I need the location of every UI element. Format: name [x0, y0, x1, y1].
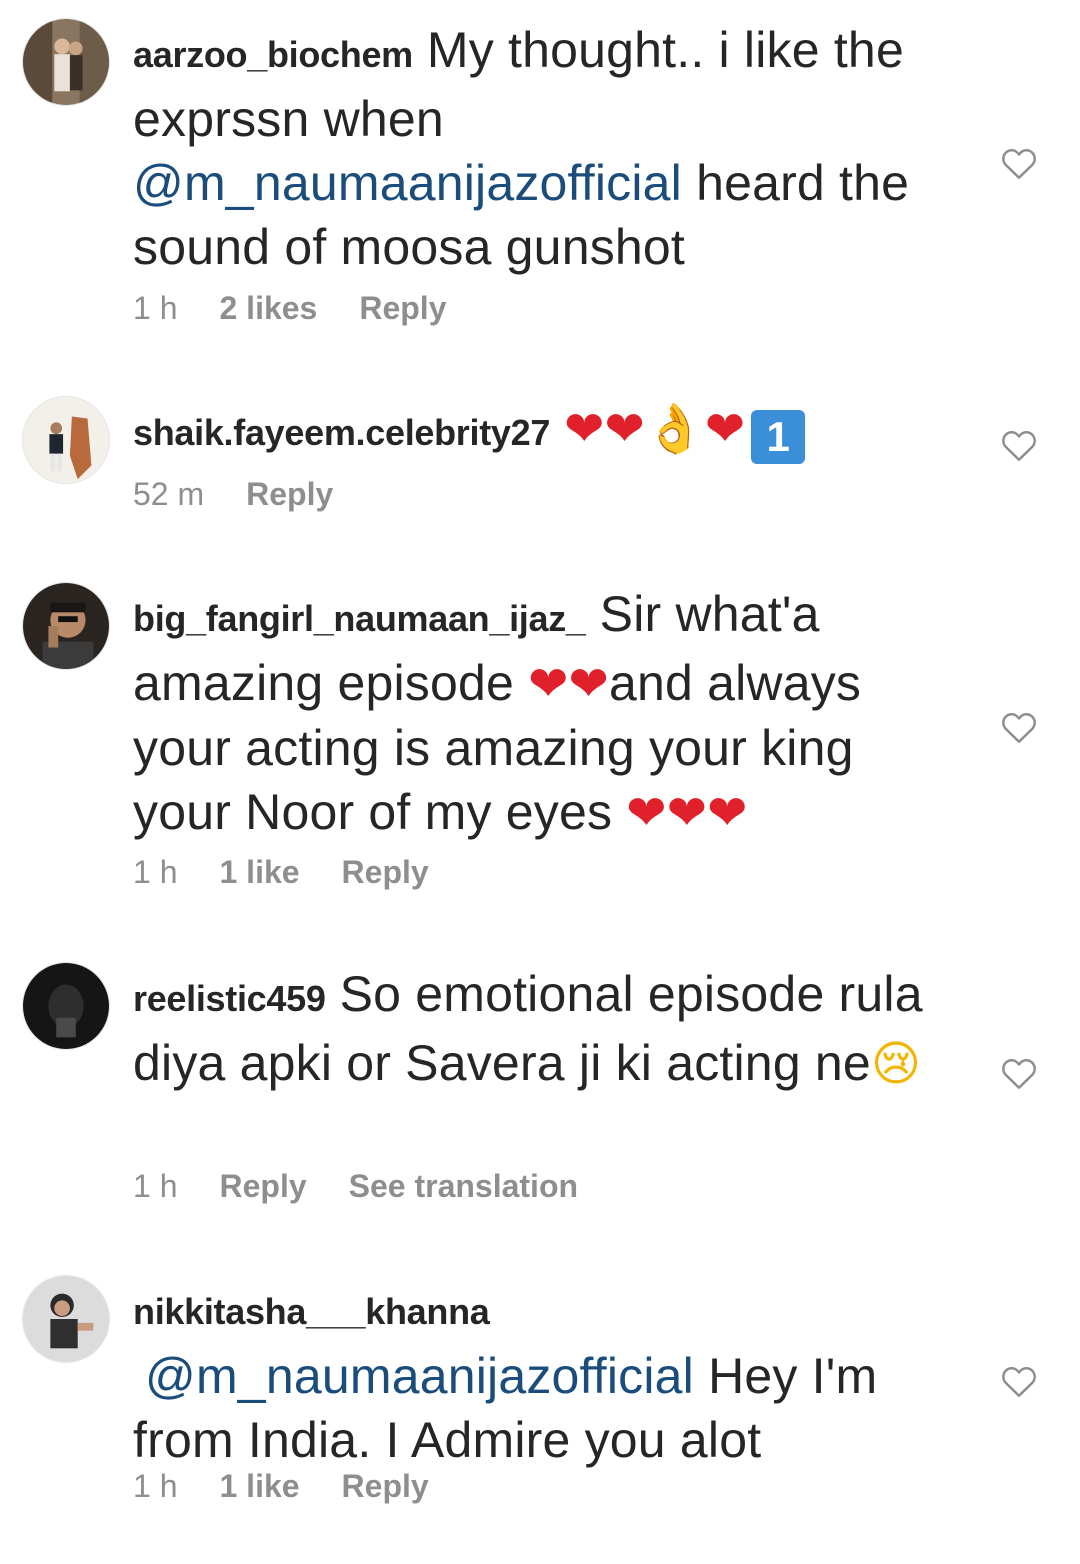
comment-time: 52 m — [133, 476, 205, 512]
heart-emoji: ❤ — [528, 656, 569, 712]
avatar-photo — [23, 1276, 109, 1362]
likes-count[interactable]: 1 like — [219, 854, 299, 890]
comment-username[interactable]: shaik.fayeem.celebrity27 — [133, 412, 550, 453]
comment-time: 1 h — [133, 290, 178, 326]
heart-emoji: ❤ — [626, 785, 667, 841]
heart-outline-icon[interactable] — [1000, 1364, 1038, 1398]
comment-time: 1 h — [133, 1168, 178, 1204]
see-translation-link[interactable]: See translation — [349, 1168, 578, 1204]
heart-emoji: ❤ — [666, 785, 708, 841]
reply-button[interactable]: Reply — [359, 290, 446, 326]
reply-button[interactable]: Reply — [246, 476, 333, 512]
heart-outline-icon[interactable] — [1000, 1056, 1038, 1090]
comment-meta: 1 h 1 like Reply — [133, 854, 471, 891]
comment-meta: 1 h Reply See translation — [133, 1168, 620, 1205]
heart-emoji: ❤ — [707, 785, 748, 841]
comment-meta: 1 h 1 like Reply — [133, 1468, 471, 1505]
heart-outline-icon[interactable] — [1000, 428, 1038, 462]
comment-meta: 52 m Reply — [133, 476, 375, 513]
heart-outline-icon[interactable] — [1000, 710, 1038, 744]
heart-emoji: ❤ — [604, 401, 645, 457]
mention-link[interactable]: @m_naumaanijazofficial — [133, 155, 682, 211]
comment-username[interactable]: reelistic459 — [133, 978, 326, 1019]
reply-button[interactable]: Reply — [342, 1468, 429, 1504]
comment-username[interactable]: nikkitasha___khanna — [133, 1291, 490, 1332]
avatar-photo — [23, 397, 109, 483]
reply-button[interactable]: Reply — [219, 1168, 306, 1204]
comment-meta: 1 h 2 likes Reply — [133, 290, 488, 327]
mention-link[interactable]: @m_naumaanijazofficial — [145, 1348, 694, 1404]
likes-count[interactable]: 1 like — [219, 1468, 299, 1504]
avatar-photo — [23, 963, 109, 1049]
reply-button[interactable]: Reply — [342, 854, 429, 890]
crying-face-emoji: 😢 — [870, 1036, 922, 1092]
avatar-photo — [23, 583, 109, 669]
user-avatar[interactable] — [22, 18, 110, 106]
comment-time: 1 h — [133, 1468, 178, 1504]
comment-username[interactable]: big_fangirl_naumaan_ijaz_ — [133, 598, 586, 639]
user-avatar[interactable] — [22, 582, 110, 670]
user-avatar[interactable] — [22, 1275, 110, 1363]
heart-outline-icon[interactable] — [1000, 146, 1038, 180]
comment-username[interactable]: aarzoo_biochem — [133, 34, 413, 75]
avatar-photo — [23, 19, 109, 105]
user-avatar[interactable] — [22, 962, 110, 1050]
ok-hand-emoji: 👌 — [644, 401, 705, 457]
heart-emoji: ❤ — [568, 656, 609, 712]
user-avatar[interactable] — [22, 396, 110, 484]
heart-emoji: ❤ — [704, 401, 746, 457]
likes-count[interactable]: 2 likes — [219, 290, 317, 326]
keycap-one-emoji: 1 — [751, 410, 806, 464]
comment-time: 1 h — [133, 854, 178, 890]
heart-emoji: ❤ — [564, 401, 605, 457]
